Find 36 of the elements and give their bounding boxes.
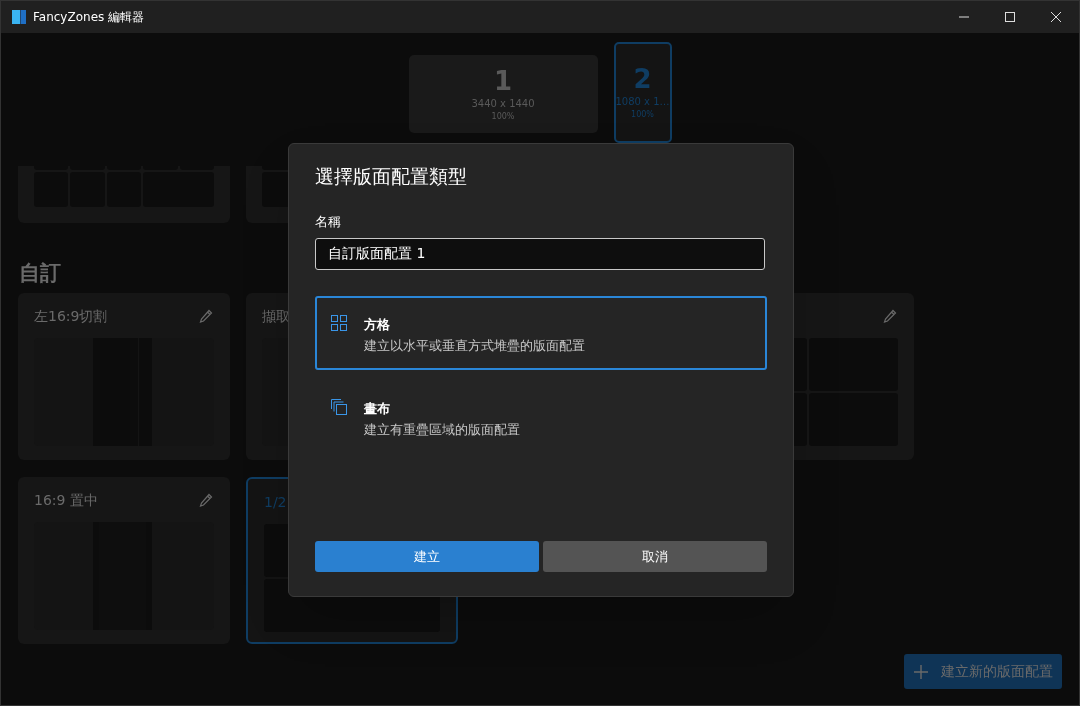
maximize-icon [1005,12,1015,22]
layout-name: 1/2 [264,492,287,512]
layout-name: 左16:9切割 [34,306,108,326]
layout-name: 16:9 置中 [34,490,98,510]
monitor-number: 1 [493,65,513,96]
create-layout-button[interactable]: 建立新的版面配置 [904,654,1062,689]
pencil-icon[interactable] [198,308,214,324]
window-title: FancyZones 編輯器 [33,9,145,26]
option-description: 建立有重疊區域的版面配置 [364,421,520,439]
overlapping-squares-icon [331,398,347,415]
option-description: 建立以水平或垂直方式堆疊的版面配置 [364,337,585,355]
layout-card[interactable]: 左16:9切割 [18,293,230,460]
pencil-icon[interactable] [882,308,898,324]
monitor-number: 2 [633,64,652,94]
layout-name: 擷取 [262,306,290,326]
section-heading: 自訂 [18,260,62,287]
field-label: 名稱 [315,213,342,231]
monitor-resolution: 1080 x 1… [615,95,670,109]
option-title: 方格 [364,315,391,334]
grid-icon [331,314,347,331]
layout-type-option[interactable]: 方格 建立以水平或垂直方式堆疊的版面配置 [315,295,767,370]
pencil-icon[interactable] [198,492,214,508]
option-title: 畫布 [364,399,391,418]
layout-card[interactable]: 16:9 置中 [18,477,230,644]
dialog-title: 選擇版面配置類型 [315,164,468,189]
create-button[interactable]: 建立 [315,541,539,572]
name-input-field[interactable]: 自訂版面配置 1 [315,237,765,270]
monitor-scale: 100% [491,110,515,123]
cancel-button[interactable]: 取消 [543,541,767,572]
monitor-resolution: 3440 x 1440 [471,96,535,111]
layout-type-option[interactable]: 畫布 建立有重疊區域的版面配置 [315,379,767,454]
monitor-scale: 100% [631,109,654,121]
app-logo-icon [12,10,26,24]
plus-icon [913,663,929,680]
monitor-tile[interactable]: 1 3440 x 1440 100% [408,55,598,133]
close-icon [1051,12,1061,22]
